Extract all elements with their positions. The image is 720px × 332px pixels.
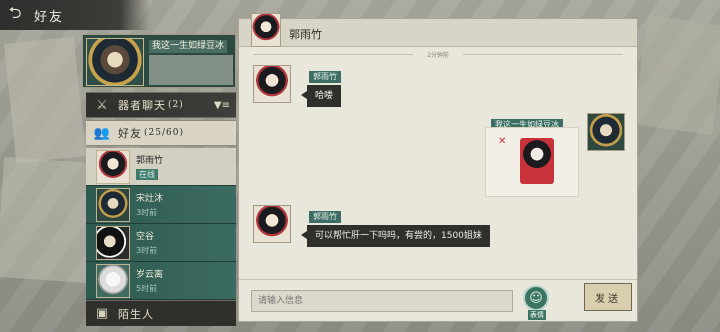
avatar	[96, 264, 130, 298]
emoji-icon[interactable]: ☺	[523, 285, 549, 311]
time-divider-text: 2分钟前	[427, 51, 449, 59]
avatar	[96, 188, 130, 222]
friend-status: 3时前	[136, 246, 158, 255]
my-profile-card[interactable]: 我这一生如绿豆冰	[82, 34, 236, 88]
message-bubble: 哈喽	[300, 85, 342, 107]
sticker-message[interactable]: ✕	[485, 127, 579, 197]
message-sender: 郭雨竹	[309, 211, 341, 223]
people-icon: 👥	[93, 125, 111, 141]
avatar[interactable]	[253, 65, 291, 103]
sticker-mark-icon: ✕	[498, 136, 507, 147]
message-sender: 郭雨竹	[309, 71, 341, 83]
friend-name: 宋灶沐	[136, 194, 164, 204]
section-friends[interactable]: 👥 好友 (25/60)	[86, 120, 236, 146]
chat-title: 郭雨竹	[289, 28, 322, 41]
chat-header: 郭雨竹	[239, 13, 637, 47]
section-group-chat[interactable]: ⚔ 器者聊天 (2) ▼≡	[86, 92, 236, 118]
avatar[interactable]	[253, 205, 291, 243]
sticker-image	[520, 138, 554, 184]
send-button[interactable]: 发送	[584, 283, 632, 311]
friend-name: 郭雨竹	[136, 156, 164, 166]
message-input[interactable]	[251, 290, 513, 312]
back-arrow-icon[interactable]: ⮌	[0, 0, 30, 30]
avatar	[96, 150, 130, 184]
my-name: 我这一生如绿豆冰	[149, 40, 228, 53]
avatar[interactable]	[587, 113, 625, 151]
list-item[interactable]: 宋灶沐 3时前	[86, 186, 236, 224]
friend-name: 空谷	[136, 232, 155, 242]
friend-status: 在线	[136, 169, 158, 180]
friend-status: 5时前	[136, 284, 158, 293]
section-count: (2)	[168, 100, 184, 110]
background-paper	[632, 14, 720, 136]
person-card-icon: ▣	[95, 306, 109, 321]
section-label: 陌生人	[118, 307, 154, 321]
section-count: (25/60)	[144, 128, 184, 138]
chat-panel: 郭雨竹 2分钟前 郭雨竹 哈喽 我这一生如绿豆冰 ✕ 郭雨竹 可以帮忙肝一下吗吗…	[238, 13, 638, 322]
sword-icon: ⚔	[96, 97, 108, 113]
section-label: 器者聊天	[118, 99, 166, 112]
input-bar: ☺ 表情	[239, 279, 637, 321]
friend-status: 3时前	[136, 208, 158, 217]
emoji-label: 表情	[528, 310, 546, 320]
list-item[interactable]: 岁云离 5时前	[86, 262, 236, 300]
my-profile-banner	[149, 55, 233, 85]
friend-name: 岁云离	[136, 270, 164, 280]
section-strangers[interactable]: ▣ 陌生人	[86, 300, 236, 326]
filter-icon[interactable]: ▼≡	[214, 100, 230, 111]
friend-list: 郭雨竹 在线 宋灶沐 3时前 空谷 3时前 岁云离 5时前	[86, 148, 236, 300]
my-avatar	[86, 38, 144, 86]
time-divider: 2分钟前	[239, 49, 637, 59]
list-item[interactable]: 空谷 3时前	[86, 224, 236, 262]
list-item[interactable]: 郭雨竹 在线	[86, 148, 236, 186]
avatar	[96, 226, 130, 260]
avatar[interactable]	[251, 13, 281, 47]
section-label: 好友	[118, 127, 142, 140]
background-paper	[0, 157, 95, 283]
page-title: 好友	[34, 9, 65, 25]
message-bubble: 可以帮忙肝一下吗吗，有尝的，1500姐妹	[301, 225, 490, 247]
background-paper	[3, 36, 87, 164]
top-bar: ⮌ 好友	[0, 0, 150, 30]
